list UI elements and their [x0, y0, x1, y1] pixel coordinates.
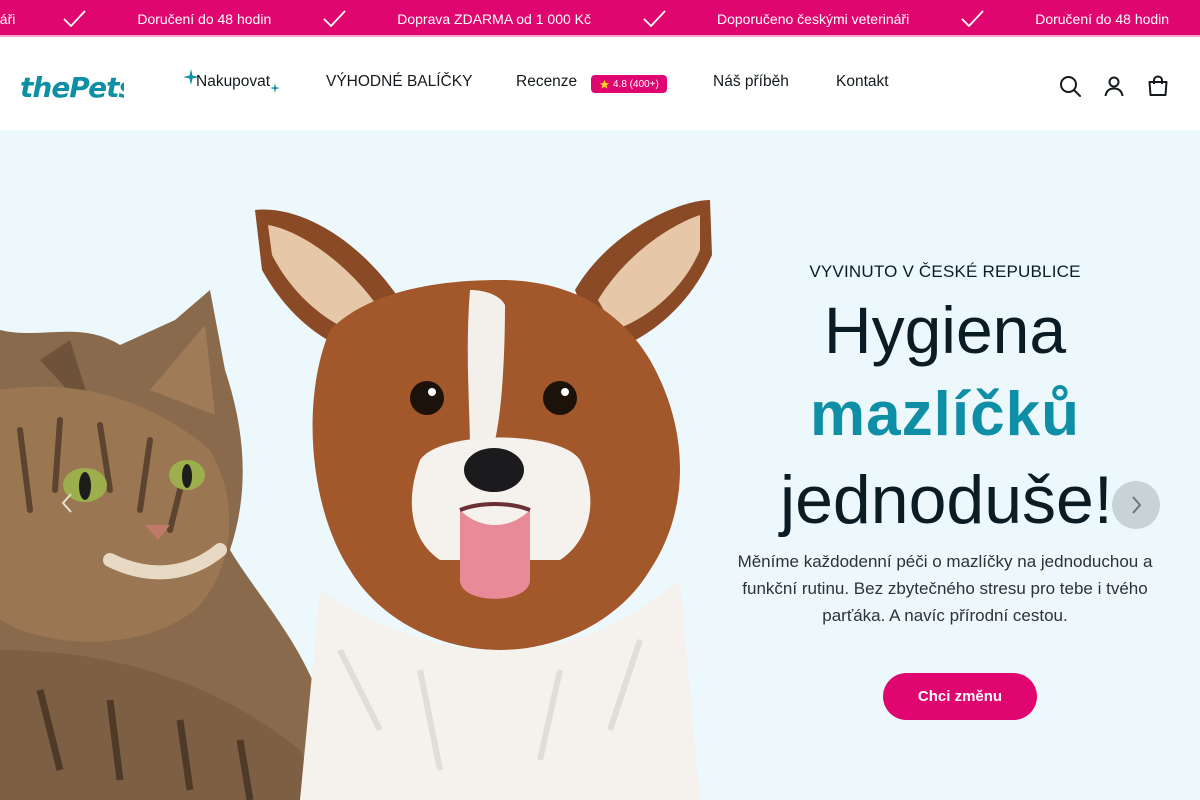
site-header: thePets Nakupovat VÝHODNÉ BALÍČKY Recenz…	[0, 37, 1200, 130]
announcement-text: Doručení do 48 hodin	[1035, 10, 1170, 27]
sparkle-icon	[270, 83, 280, 93]
star-icon	[599, 79, 610, 89]
cta-button[interactable]: Chci změnu	[883, 673, 1037, 720]
dog-illustration	[255, 200, 712, 800]
chevron-right-icon	[1132, 496, 1142, 514]
hero-eyebrow: VYVINUTO V ČESKÉ REPUBLICE	[809, 262, 1081, 281]
checkmark-icon	[643, 10, 666, 27]
announcement-track: náři Doručení do 48 hodin Doprava ZDARMA…	[0, 0, 1170, 35]
hero-headline-line-1: Hygiena	[823, 293, 1067, 367]
hero-headline-line-2: mazlíčků	[810, 380, 1080, 449]
hero-pets-image	[0, 200, 712, 800]
carousel-prev-button[interactable]	[52, 488, 82, 518]
rating-badge[interactable]: 4.8 (400+)	[591, 75, 667, 93]
announcement-bar: náři Doručení do 48 hodin Doprava ZDARMA…	[0, 0, 1200, 37]
announcement-text: náři	[0, 10, 16, 27]
logo[interactable]: thePets	[20, 63, 124, 105]
announcement-text: Doručení do 48 hodin	[137, 10, 272, 27]
checkmark-icon	[63, 10, 87, 27]
nav-reviews[interactable]: Recenze	[516, 73, 577, 91]
chevron-left-icon	[61, 493, 72, 513]
announcement-text: Doprava ZDARMA od 1 000 Kč	[397, 10, 591, 27]
hero-description: Měníme každodenní péči o mazlíčky na jed…	[737, 552, 1153, 625]
cart-icon[interactable]	[1146, 74, 1170, 98]
hero-section: VYVINUTO V ČESKÉ REPUBLICE Hygiena mazlí…	[0, 130, 1200, 800]
nav-packs[interactable]: VÝHODNÉ BALÍČKY	[326, 73, 472, 91]
search-icon[interactable]	[1058, 74, 1082, 98]
hero-headline-line-3: jednoduše!	[780, 462, 1113, 538]
checkmark-icon	[961, 10, 984, 27]
rating-text: 4.8 (400+)	[613, 78, 659, 90]
hero-text-block: VYVINUTO V ČESKÉ REPUBLICE Hygiena mazlí…	[738, 130, 1152, 800]
nav-contact[interactable]: Kontakt	[836, 73, 889, 91]
checkmark-icon	[323, 10, 346, 27]
carousel-next-button[interactable]	[1112, 481, 1160, 529]
announcement-text: Doporučeno českými veterináři	[717, 10, 910, 27]
nav-story[interactable]: Náš příběh	[713, 73, 789, 91]
cat-illustration	[0, 290, 330, 800]
logo-text: thePets	[20, 71, 124, 104]
account-icon[interactable]	[1102, 74, 1126, 98]
nav-shop[interactable]: Nakupovat	[196, 73, 270, 91]
